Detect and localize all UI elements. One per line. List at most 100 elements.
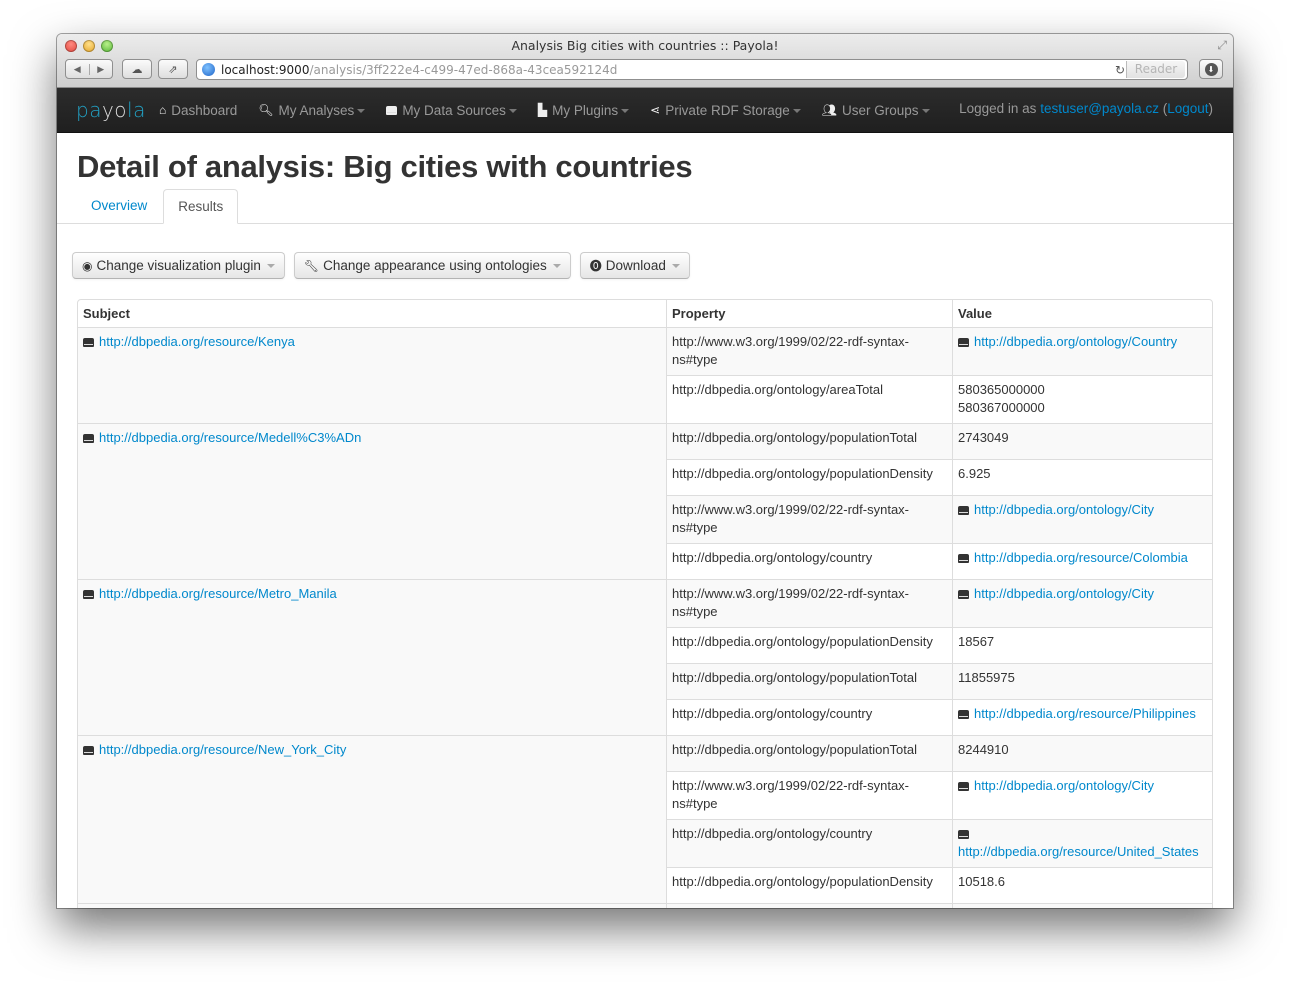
subject-link[interactable]: http://dbpedia.org/resource/Metro_Manila <box>99 586 337 601</box>
nav-label: User Groups <box>841 102 919 118</box>
property-cell: http://dbpedia.org/ontology/populationDe… <box>666 867 952 903</box>
cloud-icon: ☁ <box>131 63 143 76</box>
download-circle-icon: ⓿ <box>589 259 602 273</box>
user-email-link[interactable]: testuser@payola.cz <box>1040 101 1159 116</box>
property-cell: http://dbpedia.org/ontology/populationTo… <box>666 423 952 459</box>
wrench-icon: 🔧︎ <box>303 258 320 273</box>
subject-cell: http://dbpedia.org/resource/Delhi <box>78 903 666 908</box>
brand-logo[interactable]: payola <box>76 98 145 122</box>
header-property: Property <box>666 300 952 327</box>
value-cell: 10518.6 <box>952 867 1212 903</box>
value-cell: 6.925 <box>952 459 1212 495</box>
nav-item-my-plugins[interactable]: ▙ My Plugins <box>538 103 630 118</box>
value-link[interactable]: http://dbpedia.org/resource/United_State… <box>958 844 1199 859</box>
value-cell: http://dbpedia.org/ontology/City <box>952 579 1212 627</box>
subject-cell: http://dbpedia.org/resource/New_York_Cit… <box>78 735 666 903</box>
literal-value: 8244910 <box>958 742 1009 757</box>
change-visualization-plugin-button[interactable]: ◉ Change visualization plugin <box>72 252 285 279</box>
table-row: http://dbpedia.org/resource/New_York_Cit… <box>78 735 1212 903</box>
value-link[interactable]: http://dbpedia.org/ontology/City <box>974 586 1154 601</box>
caret-down-icon <box>621 108 630 113</box>
nav-item-dashboard[interactable]: ⌂ Dashboard <box>159 103 237 118</box>
url-host: localhost:9000 <box>221 62 310 77</box>
resource-icon <box>958 710 969 719</box>
literal-value: 580365000000 <box>958 382 1045 397</box>
subject-link[interactable]: http://dbpedia.org/resource/Kenya <box>99 334 295 349</box>
share-nodes-icon: ⋖ <box>650 103 661 117</box>
value-cell: 11855975 <box>952 663 1212 699</box>
property-cell: http://dbpedia.org/ontology/populationTo… <box>666 735 952 771</box>
tab-results[interactable]: Results <box>163 189 239 224</box>
resource-icon <box>83 434 94 443</box>
address-bar[interactable]: localhost:9000/analysis/3ff222e4-c499-47… <box>196 59 1188 80</box>
subject-cell: http://dbpedia.org/resource/Kenya <box>78 327 666 423</box>
literal-value: 10518.6 <box>958 874 1005 889</box>
property-cell: http://dbpedia.org/ontology/populationDe… <box>666 627 952 663</box>
value-link[interactable]: http://dbpedia.org/ontology/City <box>974 778 1154 793</box>
fullscreen-icon[interactable]: ⤢ <box>1217 38 1227 53</box>
caret-down-icon <box>357 108 366 113</box>
resource-icon <box>958 830 969 839</box>
login-prefix: Logged in as <box>959 101 1041 116</box>
value-cell: http://dbpedia.org/resource/United_State… <box>952 819 1212 867</box>
property-cell: http://dbpedia.org/ontology/populationDe… <box>666 903 952 908</box>
literal-value: 580367000000 <box>958 400 1045 415</box>
property-cell: http://dbpedia.org/ontology/populationDe… <box>666 459 952 495</box>
table-row: http://dbpedia.org/resource/Delhihttp://… <box>78 903 1212 908</box>
subject-link[interactable]: http://dbpedia.org/resource/Medell%C3%AD… <box>99 430 361 445</box>
table-row: http://dbpedia.org/resource/Metro_Manila… <box>78 579 1212 735</box>
home-icon: ⌂ <box>159 103 167 117</box>
value-cell: 8244910 <box>952 735 1212 771</box>
subject-link[interactable]: http://dbpedia.org/resource/New_York_Cit… <box>99 742 346 757</box>
value-cell: 580365000000 580367000000 <box>952 375 1212 423</box>
downloads-button[interactable]: ⬇ <box>1199 59 1223 79</box>
logout-link[interactable]: Logout <box>1167 101 1208 116</box>
resource-icon <box>958 338 969 347</box>
property-cell: http://www.w3.org/1999/02/22-rdf-syntax-… <box>666 579 952 627</box>
value-cell: http://dbpedia.org/resource/Colombia <box>952 543 1212 579</box>
share-button[interactable]: ⇗ <box>158 59 188 79</box>
brand-text-mid: yo <box>101 98 128 122</box>
nav-item-my-analyses[interactable]: 🔍︎ My Analyses <box>258 103 366 118</box>
value-link[interactable]: http://dbpedia.org/resource/Colombia <box>974 550 1188 565</box>
value-link[interactable]: http://dbpedia.org/ontology/City <box>974 502 1154 517</box>
results-table: Subject Property Value http://dbpedia.or… <box>77 299 1213 908</box>
toolbar: ◉ Change visualization plugin 🔧︎ Change ap… <box>72 252 1213 279</box>
caret-down-icon <box>552 264 561 268</box>
property-cell: http://www.w3.org/1999/02/22-rdf-syntax-… <box>666 771 952 819</box>
back-forward-buttons: ◀ ▶ <box>65 59 113 79</box>
resource-icon <box>83 590 94 599</box>
forward-button[interactable]: ▶ <box>90 64 113 75</box>
back-button[interactable]: ◀ <box>66 63 90 75</box>
nav-item-my-data-sources[interactable]: My Data Sources <box>386 103 517 118</box>
reload-icon[interactable]: ↻ <box>1115 63 1125 77</box>
value-link[interactable]: http://dbpedia.org/ontology/Country <box>974 334 1177 349</box>
reader-button[interactable]: Reader <box>1126 61 1185 78</box>
value-cell: http://dbpedia.org/resource/Philippines <box>952 699 1212 735</box>
value-link[interactable]: http://dbpedia.org/resource/Philippines <box>974 706 1196 721</box>
icloud-button[interactable]: ☁ <box>122 59 152 79</box>
value-cell: 2743049 <box>952 423 1212 459</box>
literal-value: 2743049 <box>958 430 1009 445</box>
caret-down-icon <box>266 264 275 268</box>
window-title: Analysis Big cities with countries :: Pa… <box>511 38 779 53</box>
resource-icon <box>958 506 969 515</box>
change-appearance-button[interactable]: 🔧︎ Change appearance using ontologies <box>293 252 571 279</box>
header-value: Value <box>952 300 1212 327</box>
globe-icon <box>202 63 215 76</box>
tab-bar: Overview Results <box>57 188 1233 224</box>
nav-item-user-groups[interactable]: 👥︎ User Groups <box>822 103 930 118</box>
brand-text-post: la <box>127 98 146 122</box>
resource-icon <box>958 782 969 791</box>
search-icon: 🔍︎ <box>258 103 274 117</box>
value-cell: http://dbpedia.org/ontology/City <box>952 771 1212 819</box>
nav-item-private-rdf-storage[interactable]: ⋖ Private RDF Storage <box>650 103 801 118</box>
top-navbar: payola ⌂ Dashboard 🔍︎ My Analyses My Data … <box>57 88 1233 133</box>
subject-cell: http://dbpedia.org/resource/Medell%C3%AD… <box>78 423 666 579</box>
download-button[interactable]: ⓿ Download <box>579 252 690 279</box>
tab-overview[interactable]: Overview <box>77 189 161 224</box>
caret-down-icon <box>671 264 680 268</box>
nav-label: Private RDF Storage <box>665 102 790 118</box>
paren-close: ) <box>1208 101 1214 116</box>
eye-icon: ◉ <box>82 258 93 273</box>
